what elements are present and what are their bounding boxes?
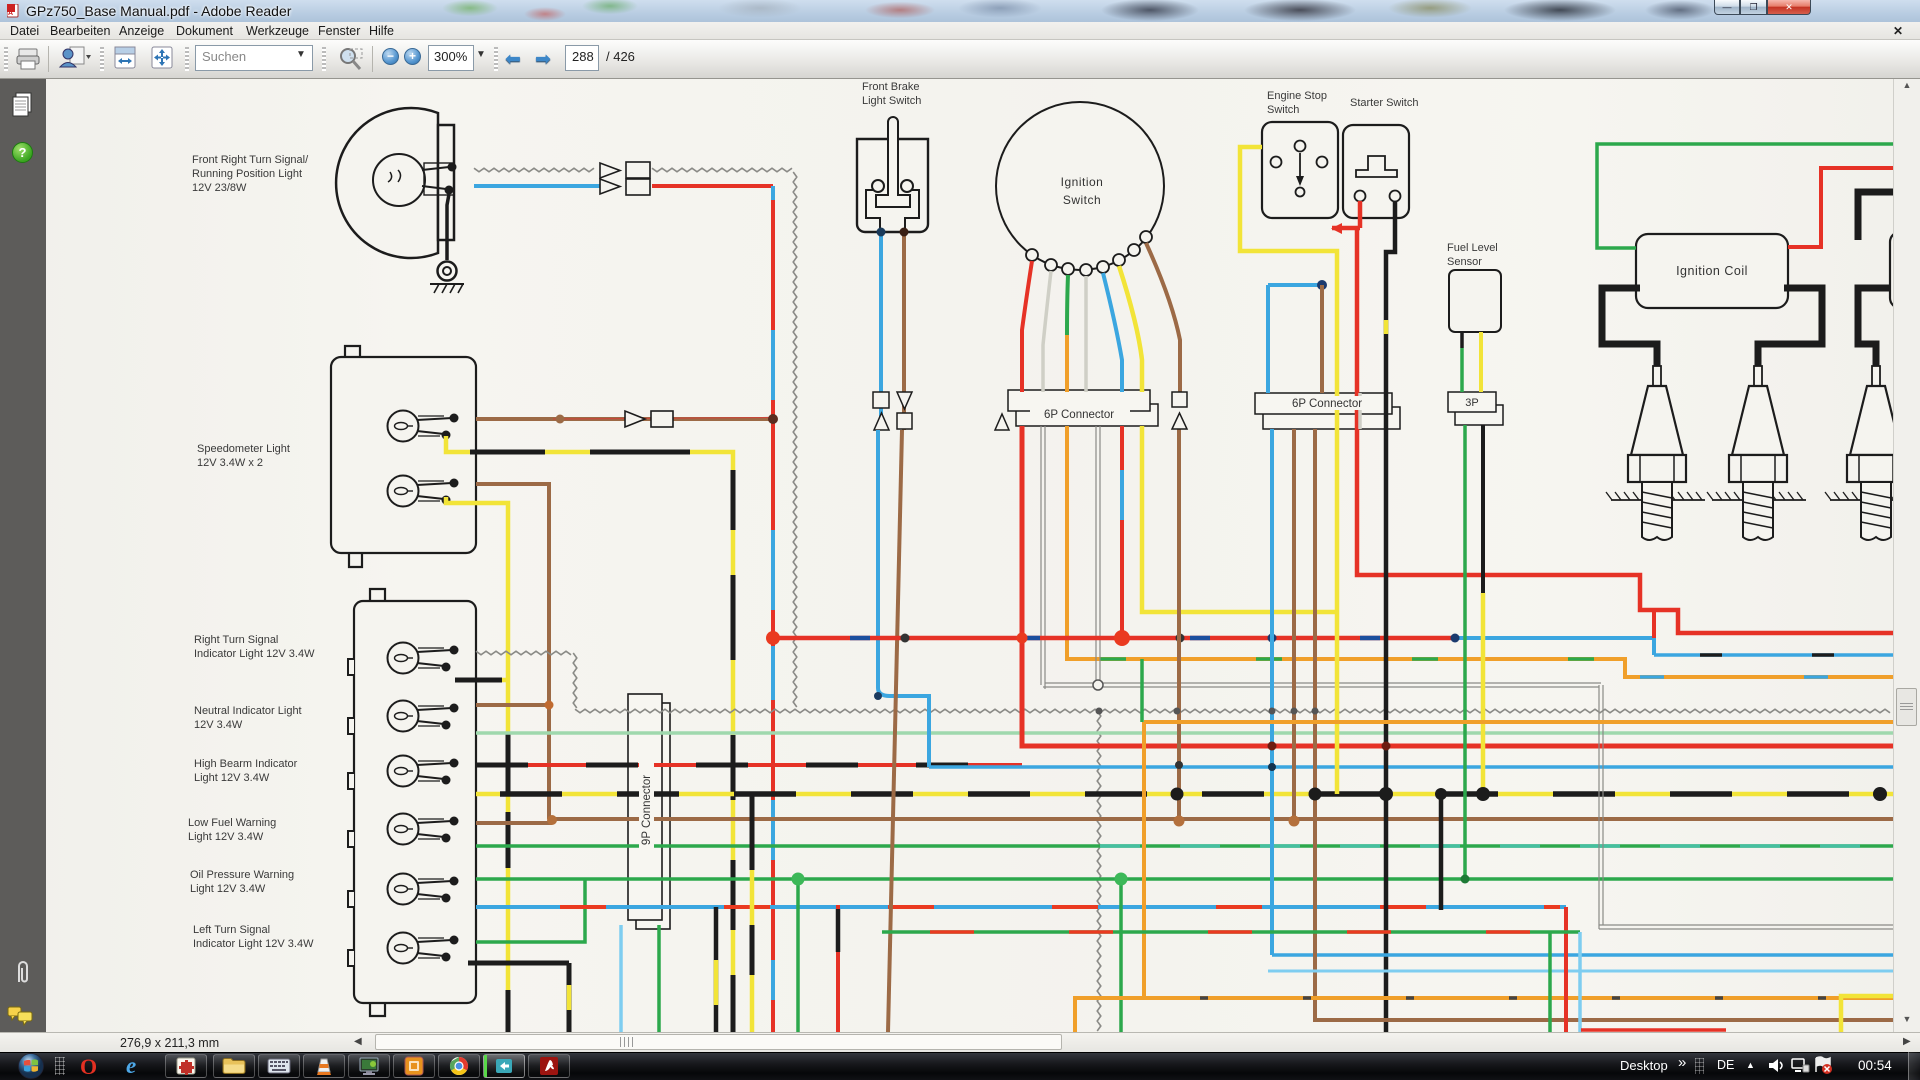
svg-text:Indicator Light 12V 3.4W: Indicator Light 12V 3.4W [194, 648, 315, 660]
svg-text:Right Turn Signal: Right Turn Signal [194, 634, 278, 646]
svg-text:Front Brake: Front Brake [862, 81, 919, 93]
svg-text:Left Turn Signal: Left Turn Signal [193, 924, 270, 936]
svg-text:Switch: Switch [1267, 104, 1299, 116]
svg-text:Engine Stop: Engine Stop [1267, 90, 1327, 102]
svg-text:Starter Switch: Starter Switch [1350, 97, 1418, 109]
svg-text:High Bearm Indicator: High Bearm Indicator [194, 758, 298, 770]
svg-text:Light 12V 3.4W: Light 12V 3.4W [190, 883, 266, 895]
svg-text:12V 3.4W: 12V 3.4W [194, 719, 243, 731]
svg-text:3P: 3P [1465, 397, 1478, 409]
svg-text:6P Connector: 6P Connector [1044, 409, 1114, 421]
svg-text:Light 12V 3.4W: Light 12V 3.4W [194, 772, 270, 784]
svg-text:Ignition Coil: Ignition Coil [1676, 264, 1748, 278]
svg-text:Sensor: Sensor [1447, 256, 1482, 268]
svg-text:Indicator Light 12V 3.4W: Indicator Light 12V 3.4W [193, 938, 314, 950]
svg-text:Light 12V 3.4W: Light 12V 3.4W [188, 831, 264, 843]
svg-text:Oil Pressure Warning: Oil Pressure Warning [190, 869, 294, 881]
svg-text:Neutral Indicator Light: Neutral Indicator Light [194, 705, 302, 717]
svg-text:Speedometer Light: Speedometer Light [197, 443, 290, 455]
svg-text:12V 3.4W x 2: 12V 3.4W x 2 [197, 457, 263, 469]
svg-text:A: A [8, 10, 13, 17]
svg-text:Switch: Switch [1063, 193, 1101, 207]
svg-text:Light Switch: Light Switch [862, 95, 921, 107]
svg-text:Ignition: Ignition [1061, 175, 1104, 189]
svg-text:Running Position Light: Running Position Light [192, 168, 302, 180]
svg-text:Low Fuel Warning: Low Fuel Warning [188, 817, 276, 829]
svg-text:Fuel Level: Fuel Level [1447, 242, 1498, 254]
svg-text:6P Connector: 6P Connector [1292, 398, 1362, 410]
svg-text:Front Right Turn Signal/: Front Right Turn Signal/ [192, 154, 309, 166]
svg-text:12V 23/8W: 12V 23/8W [192, 182, 247, 194]
svg-text:9P Connector: 9P Connector [641, 775, 653, 845]
